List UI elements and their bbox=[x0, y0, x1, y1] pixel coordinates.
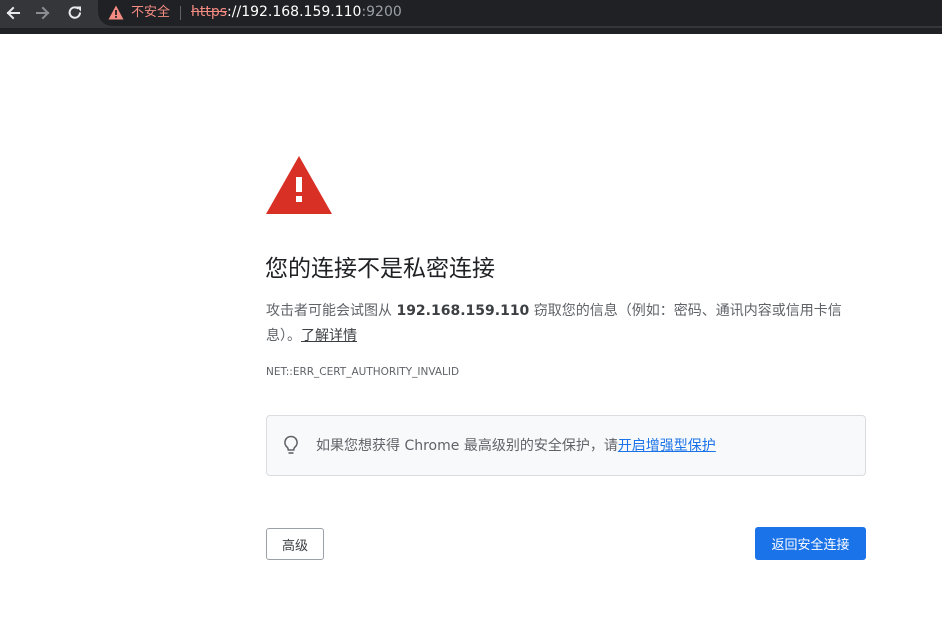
enhanced-protection-link[interactable]: 开启增强型保护 bbox=[618, 438, 716, 454]
url-port: :9200 bbox=[361, 4, 402, 20]
page-title: 您的连接不是私密连接 bbox=[265, 256, 495, 282]
url-scheme: https bbox=[191, 4, 228, 20]
reload-icon bbox=[68, 6, 82, 19]
lightbulb-icon bbox=[284, 435, 298, 454]
arrow-left-icon bbox=[6, 6, 20, 20]
warning-triangle-icon[interactable] bbox=[108, 5, 124, 20]
desc-host: 192.168.159.110 bbox=[396, 303, 530, 319]
omnibox-divider bbox=[180, 6, 181, 20]
forward-button[interactable] bbox=[30, 0, 56, 26]
browser-toolbar: 不安全 https://192.168.159.110:9200 bbox=[0, 0, 942, 28]
error-code[interactable]: NET::ERR_CERT_AUTHORITY_INVALID bbox=[266, 365, 459, 379]
back-button[interactable] bbox=[0, 0, 26, 26]
security-status-label[interactable]: 不安全 bbox=[131, 4, 170, 21]
enhanced-protection-tip: 如果您想获得 Chrome 最高级别的安全保护，请开启增强型保护 bbox=[266, 415, 866, 476]
url-host: ://192.168.159.110 bbox=[227, 4, 362, 20]
address-bar[interactable]: 不安全 https://192.168.159.110:9200 bbox=[98, 0, 942, 26]
toolbar-bottom-edge bbox=[0, 28, 942, 34]
warning-triangle-icon bbox=[266, 156, 332, 214]
learn-more-link[interactable]: 了解详情 bbox=[301, 328, 357, 344]
advanced-button[interactable]: 高级 bbox=[266, 528, 324, 560]
tip-text: 如果您想获得 Chrome 最高级别的安全保护，请 bbox=[316, 438, 618, 454]
arrow-right-icon bbox=[36, 6, 50, 20]
reload-button[interactable] bbox=[62, 0, 88, 26]
back-to-safety-button[interactable]: 返回安全连接 bbox=[755, 527, 866, 560]
desc-before: 攻击者可能会试图从 bbox=[266, 303, 397, 319]
main-message: 攻击者可能会试图从 192.168.159.110 窃取您的信息（例如：密码、通… bbox=[266, 299, 866, 349]
tip-message: 如果您想获得 Chrome 最高级别的安全保护，请开启增强型保护 bbox=[316, 436, 716, 456]
url-text[interactable]: https://192.168.159.110:9200 bbox=[191, 4, 402, 21]
